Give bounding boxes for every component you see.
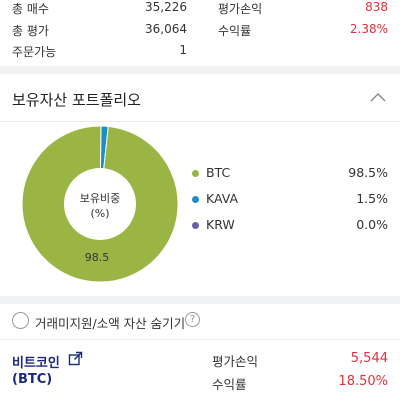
portfolio-header[interactable]: 보유자산 포트폴리오 bbox=[0, 74, 400, 122]
portfolio-section: 보유자산 포트폴리오 보유비중 (%) 98.5 BTC 98.5% KAVA … bbox=[0, 74, 400, 296]
section-divider bbox=[0, 66, 400, 74]
hide-small-assets-radio[interactable] bbox=[12, 312, 29, 329]
eval-profit-value: 838 bbox=[365, 0, 388, 14]
slice-data-label-btc: 98.5 bbox=[85, 251, 110, 264]
donut-center-unit: (%) bbox=[90, 207, 109, 220]
holding-profit-value: 5,544 bbox=[350, 351, 388, 366]
asset-summary: 총 매수 35,226 평가손익 838 총 평가 36,064 수익률 2.3… bbox=[0, 0, 400, 66]
question-icon[interactable]: ? bbox=[185, 312, 200, 327]
summary-row-total-eval: 총 평가 36,064 수익률 2.38% bbox=[0, 22, 400, 42]
return-rate-label: 수익률 bbox=[218, 24, 252, 38]
hide-small-assets-option: 거래미지원/소액 자산 숨기기 ? bbox=[0, 304, 400, 340]
legend-item-kava: KAVA 1.5% bbox=[192, 188, 388, 214]
donut-center-label: 보유비중 bbox=[80, 192, 120, 205]
legend-value-krw: 0.0% bbox=[356, 217, 388, 232]
summary-row-total-buy: 총 매수 35,226 평가손익 838 bbox=[0, 0, 400, 20]
share-icon[interactable] bbox=[68, 351, 83, 366]
portfolio-title: 보유자산 포트폴리오 bbox=[12, 91, 141, 109]
portfolio-donut-chart: 보유비중 (%) 98.5 bbox=[21, 125, 179, 283]
holding-item-btc[interactable]: 비트코인 (BTC) 평가손익 5,544 수익률 18.50% bbox=[0, 340, 400, 400]
holding-profit-label: 평가손익 bbox=[212, 354, 259, 369]
total-eval-label: 총 평가 bbox=[12, 24, 49, 38]
hide-small-assets-label[interactable]: 거래미지원/소액 자산 숨기기 bbox=[35, 313, 185, 332]
legend-dot-kava bbox=[192, 196, 199, 203]
orderable-value: 1 bbox=[179, 43, 187, 57]
total-eval-value: 36,064 bbox=[145, 22, 187, 36]
legend-value-btc: 98.5% bbox=[348, 165, 388, 180]
portfolio-legend: BTC 98.5% KAVA 1.5% KRW 0.0% bbox=[192, 162, 388, 240]
legend-dot-btc bbox=[192, 170, 199, 177]
coin-name[interactable]: 비트코인 bbox=[12, 352, 60, 371]
legend-item-btc: BTC 98.5% bbox=[192, 162, 388, 188]
orderable-label: 주문가능 bbox=[12, 45, 57, 59]
holding-rate-value: 18.50% bbox=[338, 374, 388, 389]
chevron-up-icon[interactable] bbox=[368, 88, 388, 108]
legend-dot-krw bbox=[192, 222, 199, 229]
eval-profit-label: 평가손익 bbox=[218, 2, 263, 16]
legend-value-kava: 1.5% bbox=[356, 191, 388, 206]
legend-name-kava: KAVA bbox=[206, 191, 239, 206]
legend-name-krw: KRW bbox=[206, 217, 235, 232]
coin-code: (BTC) bbox=[12, 372, 53, 387]
return-rate-value: 2.38% bbox=[349, 22, 388, 36]
total-buy-label: 총 매수 bbox=[12, 2, 49, 16]
legend-item-krw: KRW 0.0% bbox=[192, 214, 388, 240]
summary-row-orderable: 주문가능 1 bbox=[0, 43, 400, 63]
holding-rate-label: 수익률 bbox=[212, 377, 247, 392]
legend-name-btc: BTC bbox=[206, 165, 231, 180]
total-buy-value: 35,226 bbox=[145, 0, 187, 14]
section-divider bbox=[0, 296, 400, 304]
